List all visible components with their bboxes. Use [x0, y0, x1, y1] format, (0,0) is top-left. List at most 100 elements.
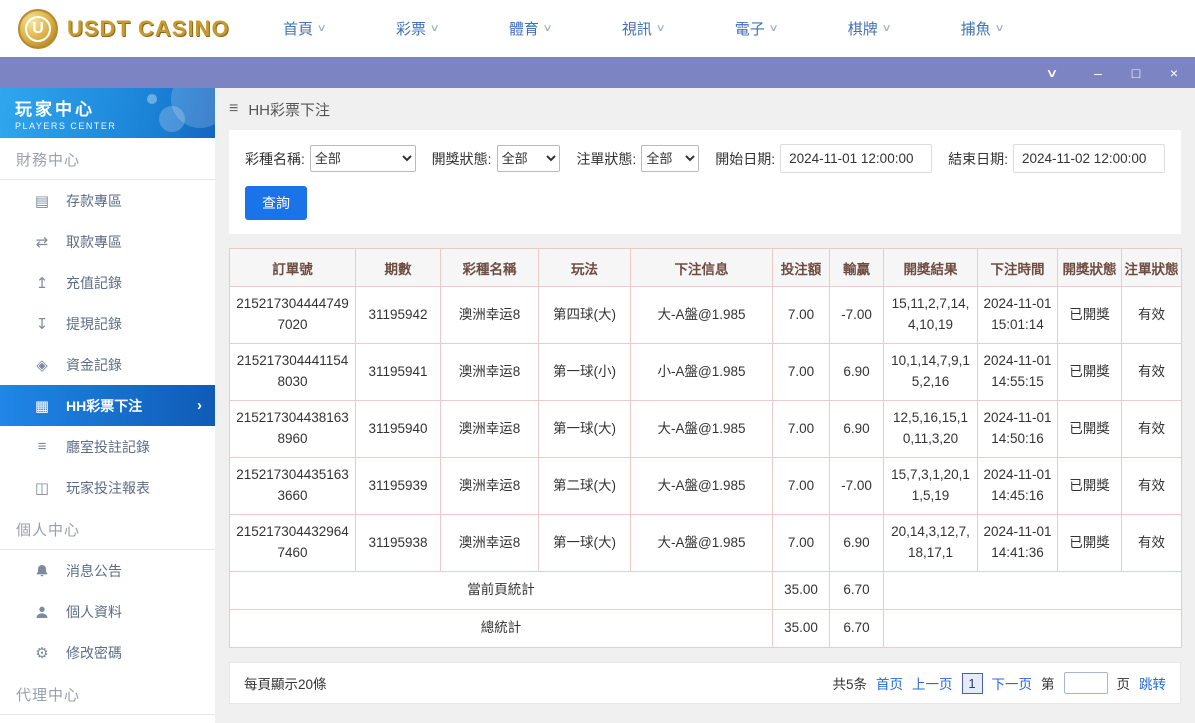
grand-total-row: 總統計 35.00 6.70 [229, 609, 1182, 648]
sidebar-item-recharge-record[interactable]: ↥ 充值記錄 [0, 262, 215, 303]
nav-label: 捕魚 [960, 21, 991, 38]
breadcrumb: ≡ HH彩票下注 [229, 88, 1181, 130]
table-header-row: 訂單號 期數 彩種名稱 玩法 下注信息 投注額 輸贏 開獎結果 下注時間 開獎狀… [229, 248, 1182, 287]
end-date-input[interactable] [1013, 144, 1165, 173]
draw-status-select[interactable]: 全部 [496, 145, 561, 172]
table-row: 2152173044351633660 31195939 澳洲幸运8 第二球(大… [229, 457, 1182, 515]
sidebar-item-funds-record[interactable]: ◈ 資金記錄 [0, 344, 215, 385]
cell-period: 31195941 [355, 343, 441, 401]
window-dropdown-icon[interactable]: ∨ [1039, 67, 1066, 79]
cell-result: 15,11,2,7,14,4,10,19 [883, 286, 978, 344]
decorative-circle [147, 94, 157, 104]
lottery-name-select[interactable]: 全部 [309, 145, 416, 172]
page-total-win-loss: 6.70 [829, 571, 884, 610]
chevron-down-icon: ∨ [316, 23, 327, 34]
nav-label: 棋牌 [847, 21, 878, 38]
section-finance-center: 財務中心 [0, 138, 215, 180]
nav-item-lottery[interactable]: 彩票 ∨ [396, 18, 440, 39]
nav-label: 視訊 [621, 21, 652, 38]
nav-item-slots[interactable]: 電子 ∨ [734, 18, 779, 39]
col-header-order-status: 注單狀態 [1121, 248, 1182, 287]
order-status-label: 注單狀態: [576, 150, 637, 167]
gear-icon: ⚙ [35, 644, 49, 662]
nav-label: 首頁 [283, 21, 314, 38]
current-page-indicator[interactable]: 1 [961, 672, 983, 694]
grand-total-amount: 35.00 [772, 609, 830, 648]
cell-bet-time: 2024-11-01 15:01:14 [977, 286, 1058, 344]
sidebar-item-label: 個人資料 [66, 603, 122, 620]
jump-page-input[interactable] [1063, 672, 1108, 694]
window-maximize-button[interactable]: □ [1127, 66, 1145, 80]
cell-draw-status: 已開獎 [1057, 286, 1122, 344]
cell-lottery: 澳洲幸运8 [440, 514, 539, 572]
grand-total-empty [883, 609, 1182, 648]
cell-play: 第二球(大) [538, 457, 631, 515]
col-header-draw-status: 開獎狀態 [1057, 248, 1122, 287]
cell-win-loss: 6.90 [829, 514, 884, 572]
cell-win-loss: 6.90 [829, 343, 884, 401]
nav-item-sports[interactable]: 體育 ∨ [508, 18, 553, 39]
nav-item-live[interactable]: 視訊 ∨ [621, 18, 666, 39]
sidebar-item-label: 存款專區 [66, 192, 122, 209]
chevron-down-icon: ∨ [542, 23, 553, 34]
window-close-button[interactable]: × [1165, 66, 1183, 80]
sidebar-item-label: 充值記錄 [66, 274, 122, 291]
jump-button[interactable]: 跳转 [1139, 673, 1166, 693]
grand-total-label: 總統計 [229, 609, 773, 648]
sidebar-item-hall-bet-record[interactable]: ≡ 廳室投註記錄 [0, 426, 215, 467]
cell-period: 31195942 [355, 286, 441, 344]
withdraw-record-icon: ↧ [35, 315, 49, 333]
nav-item-fishing[interactable]: 捕魚 ∨ [960, 18, 1005, 39]
cell-order-id: 2152173044411548030 [229, 343, 356, 401]
page-total-amount: 35.00 [772, 571, 830, 610]
nav-label: 體育 [508, 21, 539, 38]
first-page-link[interactable]: 首页 [876, 673, 903, 693]
cell-win-loss: 6.90 [829, 400, 884, 458]
players-center-header: 玩家中心 PLAYERS CENTER [0, 88, 215, 138]
sidebar-item-player-report[interactable]: ◫ 玩家投注報表 [0, 467, 215, 508]
chevron-right-icon: › [197, 397, 202, 414]
order-status-select[interactable]: 全部 [641, 145, 700, 172]
nav-item-home[interactable]: 首頁 ∨ [283, 18, 327, 39]
nav-label: 電子 [734, 21, 765, 38]
table-row: 2152173044329647460 31195938 澳洲幸运8 第一球(大… [229, 514, 1182, 572]
sidebar-item-withdraw-record[interactable]: ↧ 提現記錄 [0, 303, 215, 344]
sidebar-item-label: 提現記錄 [66, 315, 122, 332]
brand-text: USDT CASINO [67, 15, 230, 41]
cell-play: 第一球(大) [538, 400, 631, 458]
search-button[interactable]: 查詢 [245, 186, 307, 220]
sidebar-item-withdraw[interactable]: ⇄ 取款專區 [0, 221, 215, 262]
bets-table: 訂單號 期數 彩種名稱 玩法 下注信息 投注額 輸贏 開獎結果 下注時間 開獎狀… [229, 248, 1182, 648]
logo[interactable]: U USDT CASINO [18, 8, 263, 49]
main-content: ≡ HH彩票下注 彩種名稱: 全部 開獎狀態: 全部 注單狀態: 全部 開始日期… [215, 88, 1195, 723]
sidebar-item-hh-lottery-bets[interactable]: ▦ HH彩票下注 › [0, 385, 215, 426]
sidebar-item-deposit[interactable]: ▤ 存款專區 [0, 180, 215, 221]
sidebar-item-announcements[interactable]: 消息公告 [0, 550, 215, 591]
cell-win-loss: -7.00 [829, 457, 884, 515]
cell-result: 20,14,3,12,7,18,17,1 [883, 514, 978, 572]
page-total-empty [883, 571, 1182, 610]
hamburger-icon[interactable]: ≡ [229, 100, 238, 118]
col-header-bet-info: 下注信息 [630, 248, 773, 287]
sidebar-item-label: 資金記錄 [66, 356, 122, 373]
cell-amount: 7.00 [772, 514, 830, 572]
start-date-input[interactable] [780, 144, 933, 173]
chevron-down-icon: ∨ [429, 23, 440, 34]
start-date-label: 開始日期: [715, 150, 776, 167]
cell-order-status: 有效 [1121, 343, 1182, 401]
cell-bet-time: 2024-11-01 14:50:16 [977, 400, 1058, 458]
bell-icon [33, 563, 51, 579]
nav-item-cards[interactable]: 棋牌 ∨ [847, 18, 892, 39]
cell-order-id: 2152173044351633660 [229, 457, 356, 515]
top-header: U USDT CASINO 首頁 ∨ 彩票 ∨ 體育 ∨ 視訊 ∨ 電子 ∨ 棋… [0, 0, 1195, 57]
chevron-down-icon: ∨ [994, 23, 1005, 34]
sidebar-item-profile[interactable]: 個人資料 [0, 591, 215, 632]
next-page-link[interactable]: 下一页 [992, 673, 1033, 693]
window-minimize-button[interactable]: – [1089, 66, 1107, 80]
sidebar-item-label: 修改密碼 [66, 644, 122, 661]
prev-page-link[interactable]: 上一页 [912, 673, 953, 693]
col-header-order-id: 訂單號 [229, 248, 356, 287]
col-header-lottery: 彩種名稱 [440, 248, 539, 287]
sidebar-item-change-password[interactable]: ⚙ 修改密碼 [0, 632, 215, 673]
col-header-result: 開獎結果 [883, 248, 978, 287]
